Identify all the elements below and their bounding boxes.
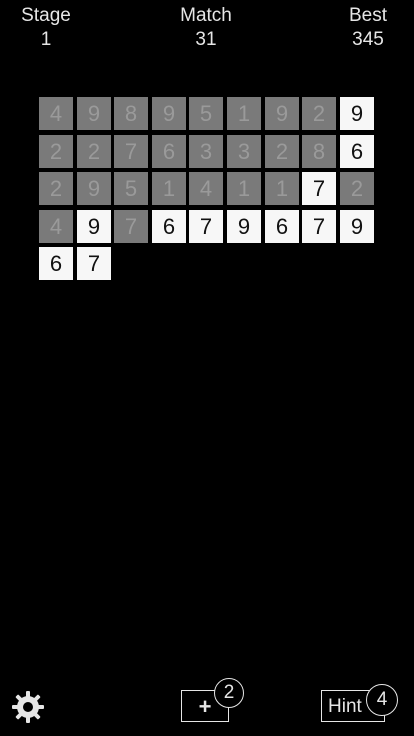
board-cell-used: 2 bbox=[39, 135, 73, 168]
best-value: 345 bbox=[352, 29, 384, 50]
hint-label: Hint bbox=[328, 696, 362, 717]
board-cell[interactable]: 6 bbox=[39, 247, 73, 280]
board-cell-used: 9 bbox=[77, 97, 111, 130]
best-label: Best bbox=[348, 5, 388, 26]
board-cell-used: 8 bbox=[114, 97, 148, 130]
board-cell-used: 5 bbox=[189, 97, 223, 130]
match-stat: Match 31 bbox=[166, 4, 246, 52]
best-stat: Best 345 bbox=[338, 4, 398, 52]
hint-remaining-badge: 4 bbox=[366, 684, 398, 716]
board-cell[interactable]: 9 bbox=[227, 210, 261, 243]
board-cell-used: 4 bbox=[39, 210, 73, 243]
board-cell-used: 1 bbox=[227, 97, 261, 130]
board-cell-used: 9 bbox=[77, 172, 111, 205]
match-label: Match bbox=[180, 5, 232, 26]
stage-label: Stage bbox=[21, 5, 71, 26]
board-cell-used: 2 bbox=[77, 135, 111, 168]
board-cell[interactable]: 9 bbox=[340, 210, 374, 243]
board-cell-used: 7 bbox=[114, 210, 148, 243]
board-cell[interactable]: 6 bbox=[340, 135, 374, 168]
board-cell-used: 9 bbox=[265, 97, 299, 130]
board-cell-used: 1 bbox=[152, 172, 186, 205]
board-cell-used: 5 bbox=[114, 172, 148, 205]
stage-stat: Stage 1 bbox=[14, 4, 78, 52]
board-cell[interactable]: 6 bbox=[152, 210, 186, 243]
board-cell-used: 9 bbox=[152, 97, 186, 130]
board-cell-used: 2 bbox=[340, 172, 374, 205]
board-cell[interactable]: 7 bbox=[302, 210, 336, 243]
board-cell[interactable]: 6 bbox=[265, 210, 299, 243]
board-cell-used: 6 bbox=[152, 135, 186, 168]
board-cell-used: 4 bbox=[189, 172, 223, 205]
board-cell-used: 4 bbox=[39, 97, 73, 130]
board-cell[interactable]: 7 bbox=[302, 172, 336, 205]
board-cell-used: 3 bbox=[189, 135, 223, 168]
number-board: 49895192922763328629514117249767967967 bbox=[39, 97, 375, 287]
gear-icon bbox=[12, 691, 44, 723]
stage-value: 1 bbox=[40, 29, 52, 50]
board-cell-used: 2 bbox=[302, 97, 336, 130]
add-remaining-badge: 2 bbox=[214, 678, 244, 708]
board-cell[interactable]: 7 bbox=[77, 247, 111, 280]
board-cell[interactable]: 7 bbox=[189, 210, 223, 243]
settings-button[interactable] bbox=[10, 689, 46, 725]
board-cell-used: 3 bbox=[227, 135, 261, 168]
board-cell-used: 2 bbox=[265, 135, 299, 168]
board-cell-used: 8 bbox=[302, 135, 336, 168]
board-cell-used: 2 bbox=[39, 172, 73, 205]
board-cell-used: 1 bbox=[265, 172, 299, 205]
board-cell-used: 1 bbox=[227, 172, 261, 205]
match-value: 31 bbox=[195, 29, 217, 50]
board-cell-used: 7 bbox=[114, 135, 148, 168]
board-cell[interactable]: 9 bbox=[340, 97, 374, 130]
board-cell[interactable]: 9 bbox=[77, 210, 111, 243]
